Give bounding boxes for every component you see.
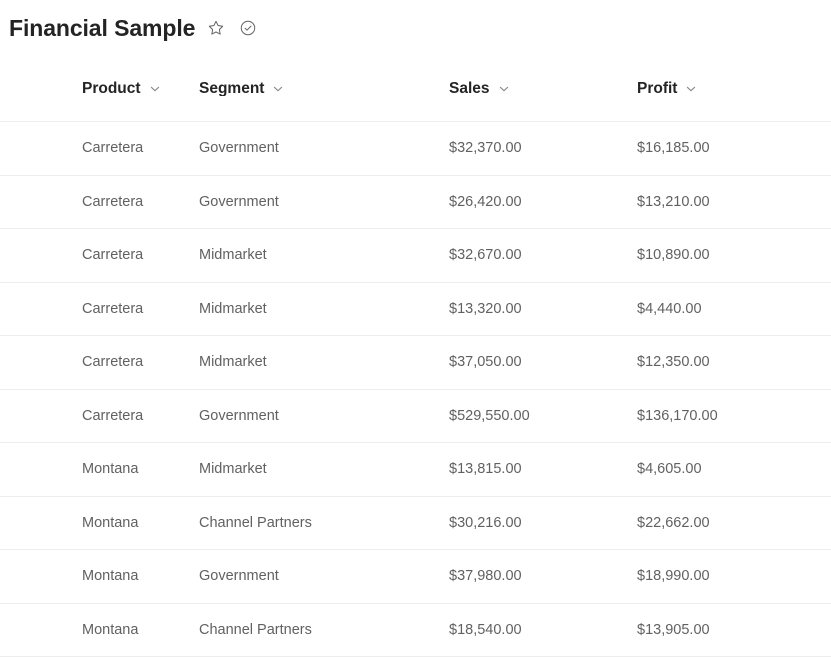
cell-segment: Midmarket xyxy=(199,354,267,371)
table-row[interactable]: Carretera Midmarket $13,320.00 $4,440.00 xyxy=(0,283,831,336)
cell-segment: Midmarket xyxy=(199,247,267,264)
table-row[interactable]: Carretera Midmarket $37,050.00 $12,350.00 xyxy=(0,336,831,390)
cell-profit: $13,210.00 xyxy=(637,193,710,210)
checkmark-circle-icon[interactable] xyxy=(237,17,259,39)
table-header-row: Product Segment Sales Profit xyxy=(0,56,831,122)
column-header-sales[interactable]: Sales xyxy=(449,81,637,97)
column-header-product[interactable]: Product xyxy=(9,81,199,97)
cell-segment: Midmarket xyxy=(199,300,267,317)
cell-segment: Government xyxy=(199,193,279,210)
cell-product: Carretera xyxy=(82,140,144,157)
chevron-down-icon[interactable] xyxy=(148,82,162,96)
chevron-down-icon[interactable] xyxy=(684,82,698,96)
cell-sales: $13,815.00 xyxy=(449,461,522,478)
cell-profit: $4,440.00 xyxy=(637,300,702,317)
page-title: Financial Sample xyxy=(9,14,196,41)
cell-profit: $12,350.00 xyxy=(637,354,710,371)
table-row[interactable]: Montana Government $37,980.00 $18,990.00 xyxy=(0,550,831,604)
cell-sales: $529,550.00 xyxy=(449,407,530,424)
table-row[interactable]: Carretera Government $26,420.00 $13,210.00 xyxy=(0,176,831,229)
table-row[interactable]: Carretera Government $529,550.00 $136,170.0… xyxy=(0,390,831,443)
chevron-down-icon[interactable] xyxy=(497,82,511,96)
table-row[interactable]: Carretera Government $32,370.00 $16,185.00 xyxy=(0,122,831,176)
cell-sales: $26,420.00 xyxy=(449,193,522,210)
chevron-down-icon[interactable] xyxy=(271,82,285,96)
cell-sales: $18,540.00 xyxy=(449,621,522,638)
cell-profit: $22,662.00 xyxy=(637,514,710,531)
table-row[interactable]: Montana Midmarket $13,815.00 $4,605.00 xyxy=(0,443,831,497)
table-row[interactable]: Montana Channel Partners $18,540.00 $13,905… xyxy=(0,604,831,657)
cell-sales: $13,320.00 xyxy=(449,300,522,317)
column-header-label: Segment xyxy=(199,80,265,97)
financial-sample-page: Financial Sample Product Segment Sales P… xyxy=(0,0,831,657)
star-outline-icon[interactable] xyxy=(205,17,227,39)
financial-sample-table: Product Segment Sales Profit Carretera G… xyxy=(0,56,831,657)
table-row[interactable]: Carretera Midmarket $32,670.00 $10,890.00 xyxy=(0,229,831,283)
cell-sales: $37,980.00 xyxy=(449,568,522,585)
table-body: Carretera Government $32,370.00 $16,185.00 C… xyxy=(0,122,831,657)
cell-product: Carretera xyxy=(82,193,144,210)
cell-profit: $4,605.00 xyxy=(637,461,702,478)
column-header-label: Product xyxy=(82,80,141,97)
cell-sales: $32,370.00 xyxy=(449,140,522,157)
cell-product: Carretera xyxy=(82,407,144,424)
title-bar: Financial Sample xyxy=(0,0,831,56)
column-header-label: Sales xyxy=(449,80,490,97)
cell-product: Montana xyxy=(82,461,139,478)
cell-profit: $13,905.00 xyxy=(637,621,710,638)
cell-profit: $18,990.00 xyxy=(637,568,710,585)
cell-profit: $16,185.00 xyxy=(637,140,710,157)
column-header-segment[interactable]: Segment xyxy=(199,81,449,97)
cell-segment: Government xyxy=(199,407,279,424)
cell-product: Montana xyxy=(82,621,139,638)
cell-segment: Government xyxy=(199,140,279,157)
column-header-label: Profit xyxy=(637,80,678,97)
cell-segment: Midmarket xyxy=(199,461,267,478)
cell-product: Carretera xyxy=(82,354,144,371)
cell-segment: Channel Partners xyxy=(199,621,312,638)
cell-sales: $37,050.00 xyxy=(449,354,522,371)
cell-product: Montana xyxy=(82,514,139,531)
table-row[interactable]: Montana Channel Partners $30,216.00 $22,662… xyxy=(0,497,831,550)
cell-segment: Government xyxy=(199,568,279,585)
cell-segment: Channel Partners xyxy=(199,514,312,531)
cell-sales: $32,670.00 xyxy=(449,247,522,264)
cell-sales: $30,216.00 xyxy=(449,514,522,531)
cell-profit: $136,170.00 xyxy=(637,407,718,424)
cell-product: Carretera xyxy=(82,300,144,317)
column-header-profit[interactable]: Profit xyxy=(637,81,831,97)
cell-profit: $10,890.00 xyxy=(637,247,710,264)
cell-product: Carretera xyxy=(82,247,144,264)
cell-product: Montana xyxy=(82,568,139,585)
